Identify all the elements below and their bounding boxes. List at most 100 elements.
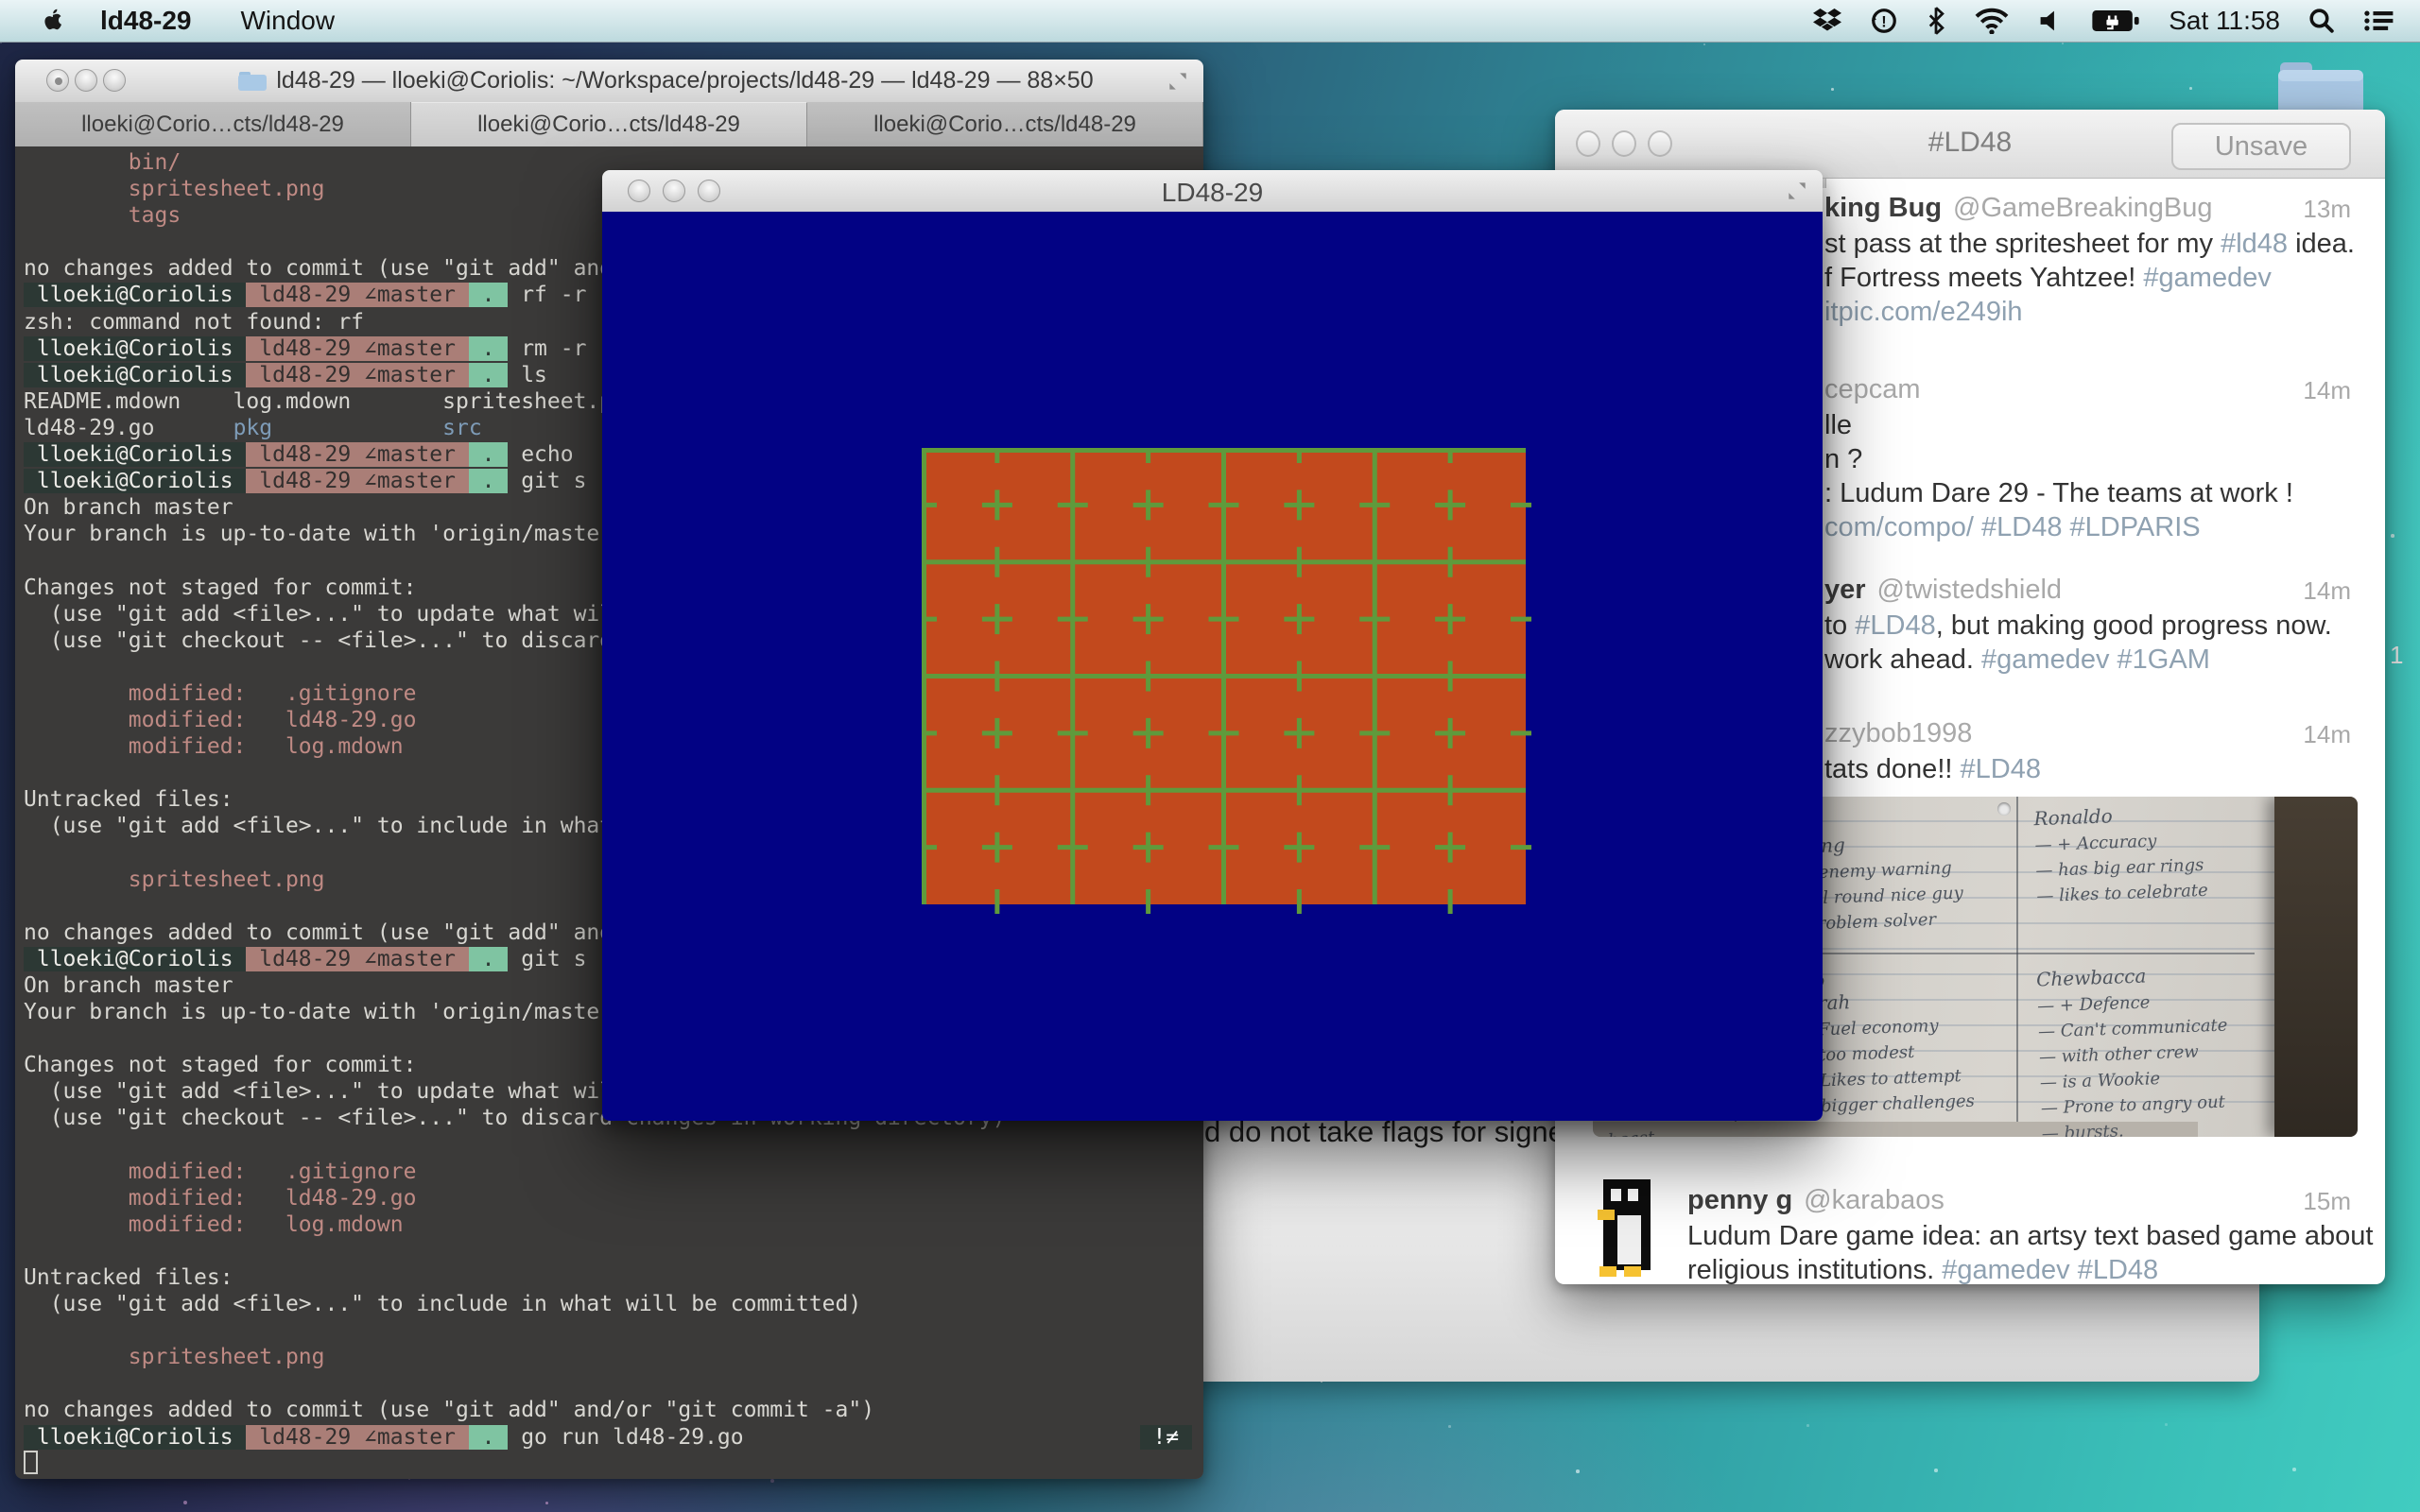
terminal-line xyxy=(24,1452,1203,1478)
dropbox-icon[interactable] xyxy=(1813,9,1841,33)
terminal-cursor xyxy=(24,1451,38,1474)
terminal-line xyxy=(24,1371,1203,1398)
desktop-stray-label: 1 xyxy=(2390,641,2403,670)
star xyxy=(1576,1469,1580,1473)
tweet-author[interactable]: penny g xyxy=(1687,1185,1792,1215)
star xyxy=(770,1479,774,1483)
game-window: LD48-29 xyxy=(602,170,1823,1121)
hashtag-link[interactable]: #1GAM xyxy=(2118,644,2210,675)
terminal-line: modified: ld48-29.go xyxy=(24,1186,1203,1212)
tweet-author[interactable]: king Bug xyxy=(1824,193,1942,223)
game-titlebar[interactable]: LD48-29 xyxy=(602,170,1823,213)
terminal-title: ld48-29 — lloeki@Coriolis: ~/Workspace/p… xyxy=(276,67,1093,94)
fullscreen-icon[interactable] xyxy=(1166,69,1190,94)
menu-item-window[interactable]: Window xyxy=(241,6,336,36)
star xyxy=(1703,43,1705,45)
terminal-line: no changes added to commit (use "git add… xyxy=(24,1398,1203,1424)
tweet-handle[interactable]: @twistedshield xyxy=(1877,575,2062,605)
hashtag-link[interactable]: #LD48 xyxy=(1855,610,1935,641)
menu-clock[interactable]: Sat 11:58 xyxy=(2169,6,2280,36)
twitter-titlebar[interactable]: #LD48 Unsave xyxy=(1555,110,2385,179)
star xyxy=(2391,534,2394,538)
terminal-line: (use "git add <file>..." to include in w… xyxy=(24,1292,1203,1318)
terminal-tab-3[interactable]: lloeki@Corio…cts/ld48-29 xyxy=(807,102,1203,146)
terminal-line: lloeki@Coriolis ld48-29 ∠master . go run… xyxy=(24,1425,1203,1452)
photo-note-column: Ronaldo— + Accuracy— has big ear rings— … xyxy=(2033,801,2208,912)
tweet-timestamp: 14m xyxy=(2303,376,2351,405)
tweet-text: com/compo/ #LD48 #LDPARIS xyxy=(1824,510,2385,544)
star xyxy=(2292,1468,2296,1471)
terminal-line xyxy=(24,1239,1203,1265)
penguin-avatar xyxy=(1592,1177,1662,1283)
tweet: penny g @karabaos 15m Ludum Dare game idea:… xyxy=(1555,1185,2385,1284)
spritesheet-grid xyxy=(912,438,1535,919)
star xyxy=(2062,43,2064,44)
fullscreen-icon[interactable] xyxy=(1785,179,1809,203)
hashtag-link[interactable]: #gamedev xyxy=(1981,644,2109,675)
tweet-handle[interactable]: zzybob1998 xyxy=(1824,718,1972,748)
star xyxy=(1831,88,1834,91)
tweet-timestamp: 13m xyxy=(2303,195,2351,224)
tweet-author[interactable]: yer xyxy=(1824,575,1866,605)
terminal-tab-2[interactable]: lloeki@Corio…cts/ld48-29 xyxy=(411,102,807,146)
tweet-text: : Ludum Dare 29 - The teams at work ! xyxy=(1824,476,2385,510)
star xyxy=(1934,1469,1938,1472)
tweet-text: lle xyxy=(1824,408,2385,442)
folder-icon xyxy=(238,70,267,93)
photo-note-column: Chewbacca— + Defence— Can't communicate—… xyxy=(2036,962,2232,1137)
battery-icon[interactable] xyxy=(2091,8,2140,34)
bluetooth-icon[interactable] xyxy=(1927,7,1945,35)
tweet-text: work ahead. #gamedev #1GAM xyxy=(1824,643,2385,677)
tweet-timestamp: 14m xyxy=(2303,720,2351,749)
tweet-text: n ? xyxy=(1824,442,2385,476)
volume-icon[interactable] xyxy=(2038,9,2063,33)
svg-text:!: ! xyxy=(1881,13,1886,30)
hashtag-link[interactable]: itpic.com/e249ih xyxy=(1824,297,2023,327)
apple-menu-icon[interactable] xyxy=(40,8,64,34)
tweet-text: tats done!! #LD48 xyxy=(1824,752,2385,786)
terminal-line: modified: .gitignore xyxy=(24,1160,1203,1186)
time-machine-icon[interactable]: ! xyxy=(1870,7,1898,35)
tweet-text: f Fortress meets Yahtzee! #gamedev xyxy=(1824,261,2385,295)
terminal-line: modified: log.mdown xyxy=(24,1212,1203,1239)
terminal-line: spritesheet.png xyxy=(24,1345,1203,1371)
hashtag-link[interactable]: #LD48 xyxy=(1961,754,2041,784)
zoom-icon[interactable] xyxy=(103,69,126,92)
game-canvas[interactable] xyxy=(602,212,1823,1121)
tweet-handle[interactable]: @GameBreakingBug xyxy=(1953,193,2212,223)
unsave-button[interactable]: Unsave xyxy=(2171,123,2351,170)
hashtag-link[interactable]: #LD48 xyxy=(2078,1255,2158,1284)
notification-center-icon[interactable] xyxy=(2363,8,2395,34)
hashtag-link[interactable]: #ld48 xyxy=(2221,229,2288,259)
close-icon[interactable] xyxy=(46,69,69,92)
tweet-text: st pass at the spritesheet for my #ld48 … xyxy=(1824,227,2385,261)
tweet-handle[interactable]: @karabaos xyxy=(1804,1185,1945,1215)
hashtag-link[interactable]: #LD48 xyxy=(1981,512,2062,542)
hashtag-link[interactable]: #gamedev xyxy=(2143,263,2271,293)
star xyxy=(2165,1423,2168,1426)
tweet-timestamp: 14m xyxy=(2303,576,2351,606)
spotlight-icon[interactable] xyxy=(2308,8,2335,34)
minimize-icon[interactable] xyxy=(75,69,97,92)
star xyxy=(1806,1424,1809,1427)
menu-bar: ld48-29 Window ! xyxy=(0,0,2420,43)
terminal-line: Untracked files: xyxy=(24,1265,1203,1292)
hashtag-link[interactable]: #LDPARIS xyxy=(2070,512,2201,542)
game-window-title: LD48-29 xyxy=(602,178,1823,208)
terminal-tabbar: lloeki@Corio…cts/ld48-29 lloeki@Corio…ct… xyxy=(15,102,1203,146)
terminal-line xyxy=(24,1132,1203,1159)
hashtag-link[interactable]: com/compo/ xyxy=(1824,512,1974,542)
menu-app-name[interactable]: ld48-29 xyxy=(100,6,192,36)
tweet-text: itpic.com/e249ih xyxy=(1824,295,2385,329)
tweet-text: to #LD48, but making good progress now. xyxy=(1824,609,2385,643)
tweet-text: Ludum Dare game idea: an artsy text base… xyxy=(1687,1219,2385,1253)
tweet-handle[interactable]: cepcam xyxy=(1824,374,1921,404)
wifi-icon[interactable] xyxy=(1974,8,2010,34)
terminal-tab-1[interactable]: lloeki@Corio…cts/ld48-29 xyxy=(15,102,411,146)
screen: d do not take flags for signe 1 #LD48 Un… xyxy=(0,0,2420,1512)
terminal-titlebar[interactable]: ld48-29 — lloeki@Coriolis: ~/Workspace/p… xyxy=(15,60,1203,103)
tweet-text: religious institutions. #gamedev #LD48 xyxy=(1687,1253,2385,1284)
tweet-timestamp: 15m xyxy=(2303,1187,2351,1216)
hashtag-link[interactable]: #gamedev xyxy=(1942,1255,2069,1284)
star xyxy=(545,1502,548,1504)
